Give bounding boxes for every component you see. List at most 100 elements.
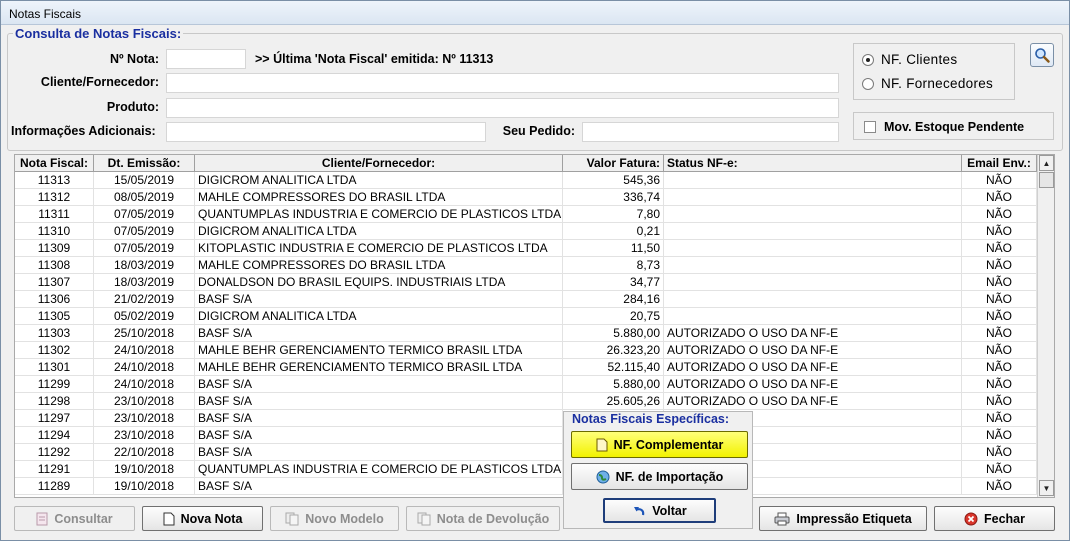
cell-email-env: NÃO [962, 206, 1037, 223]
cell-nota-fiscal: 11289 [15, 478, 94, 495]
table-row[interactable]: 1128919/10/2018BASF S/AUSO DA NF-ENÃO [15, 478, 1037, 495]
cell-email-env: NÃO [962, 223, 1037, 240]
novo-modelo-button[interactable]: Novo Modelo [270, 506, 399, 531]
radio-selected-icon[interactable] [862, 53, 874, 66]
info-adicionais-input[interactable] [166, 122, 486, 142]
cell-valor-fatura: 7,80 [563, 206, 664, 223]
scroll-up-arrow-icon[interactable]: ▲ [1039, 155, 1054, 171]
table-row[interactable]: 11305 05/02/2019 DIGICROM ANALITICA LTDA 20… [15, 308, 1037, 325]
cell-dt-emissao: 24/10/2018 [94, 376, 195, 393]
scroll-down-arrow-icon[interactable]: ▼ [1039, 480, 1054, 496]
cell-cliente: BASF S/A [195, 376, 563, 393]
popup-title: Notas Fiscais Específicas: [571, 412, 731, 426]
cell-cliente: BASF S/A [195, 291, 563, 308]
table-row[interactable]: 1129222/10/2018BASF S/AUSO DA NF-ENÃO [15, 444, 1037, 461]
table-row[interactable]: 11308 18/03/2019 MAHLE COMPRESSORES DO BRA… [15, 257, 1037, 274]
cell-dt-emissao: 05/02/2019 [94, 308, 195, 325]
notas-especificas-popup: Notas Fiscais Específicas: NF. Complemen… [563, 411, 753, 529]
impressao-etiqueta-label: Impressão Etiqueta [796, 511, 912, 526]
table-row[interactable]: 11311 07/05/2019 QUANTUMPLAS INDUSTRIA E C… [15, 206, 1037, 223]
cell-status-nfe [664, 172, 962, 189]
table-row[interactable]: 11312 08/05/2019 MAHLE COMPRESSORES DO BRA… [15, 189, 1037, 206]
nova-nota-button[interactable]: Nova Nota [142, 506, 263, 531]
search-button[interactable] [1030, 43, 1054, 67]
cell-nota-fiscal: 11299 [15, 376, 94, 393]
nota-input[interactable] [166, 49, 246, 69]
table-row[interactable]: 11301 24/10/2018 MAHLE BEHR GERENCIAMENTO … [15, 359, 1037, 376]
scroll-thumb[interactable] [1039, 172, 1054, 188]
cell-cliente: MAHLE BEHR GERENCIAMENTO TERMICO BRASIL … [195, 342, 563, 359]
cell-cliente: BASF S/A [195, 444, 563, 461]
radio-unselected-icon[interactable] [862, 77, 874, 90]
cell-dt-emissao: 07/05/2019 [94, 240, 195, 257]
table-row[interactable]: 11310 07/05/2019 DIGICROM ANALITICA LTDA 0,… [15, 223, 1037, 240]
produto-label: Produto: [106, 100, 159, 114]
cell-email-env: NÃO [962, 444, 1037, 461]
fechar-button[interactable]: Fechar [934, 506, 1055, 531]
table-row[interactable]: 11306 21/02/2019 BASF S/A 284,16 NÃO [15, 291, 1037, 308]
cell-valor-fatura: 5.880,00 [563, 376, 664, 393]
cell-nota-fiscal: 11312 [15, 189, 94, 206]
checkbox-icon[interactable] [864, 121, 876, 133]
cell-valor-fatura: 0,21 [563, 223, 664, 240]
col-status-nfe[interactable]: Status NF-e: [664, 155, 962, 172]
cell-valor-fatura: 336,74 [563, 189, 664, 206]
table-row[interactable]: 11307 18/03/2019 DONALDSON DO BRASIL EQUIP… [15, 274, 1037, 291]
cell-dt-emissao: 24/10/2018 [94, 342, 195, 359]
cell-valor-fatura: 52.115,40 [563, 359, 664, 376]
seu-pedido-label: Seu Pedido: [502, 124, 575, 138]
cell-dt-emissao: 18/03/2019 [94, 274, 195, 291]
cell-email-env: NÃO [962, 291, 1037, 308]
cell-email-env: NÃO [962, 325, 1037, 342]
radio-nf-fornecedores[interactable]: NF. Fornecedores [862, 76, 993, 91]
cell-valor-fatura: 8,73 [563, 257, 664, 274]
col-cliente[interactable]: Cliente/Fornecedor: [195, 155, 563, 172]
mov-estoque-checkbox[interactable]: Mov. Estoque Pendente [864, 120, 1024, 134]
table-row[interactable]: 1129723/10/2018BASF S/AUSO DA NF-ENÃO [15, 410, 1037, 427]
table-row[interactable]: 11291 19/10/2018 QUANTUMPLAS INDUSTRIA E C… [15, 461, 1037, 478]
cell-dt-emissao: 24/10/2018 [94, 359, 195, 376]
cell-nota-fiscal: 11292 [15, 444, 94, 461]
table-row[interactable]: 11299 24/10/2018 BASF S/A 5.880,00 AUTORIZAD… [15, 376, 1037, 393]
table-row[interactable]: 11298 23/10/2018 BASF S/A 25.605,26 AUTORIZA… [15, 393, 1037, 410]
cell-cliente: BASF S/A [195, 478, 563, 495]
table-row[interactable]: 11302 24/10/2018 MAHLE BEHR GERENCIAMENTO … [15, 342, 1037, 359]
cell-email-env: NÃO [962, 240, 1037, 257]
cell-cliente: MAHLE COMPRESSORES DO BRASIL LTDA [195, 257, 563, 274]
cell-dt-emissao: 18/03/2019 [94, 257, 195, 274]
nota-devolucao-button[interactable]: Nota de Devolução [406, 506, 560, 531]
cell-nota-fiscal: 11294 [15, 427, 94, 444]
notas-table[interactable]: Nota Fiscal: Dt. Emissão: Cliente/Fornec… [14, 154, 1055, 498]
cell-status-nfe: AUTORIZADO O USO DA NF-E [664, 393, 962, 410]
seu-pedido-input[interactable] [582, 122, 839, 142]
vertical-scrollbar[interactable]: ▲ ▼ [1037, 155, 1054, 497]
notas-fiscais-window: Notas Fiscais Consulta de Notas Fiscais:… [0, 0, 1070, 541]
nova-nota-label: Nova Nota [180, 511, 243, 526]
col-dt-emissao[interactable]: Dt. Emissão: [94, 155, 195, 172]
radio-nf-clientes[interactable]: NF. Clientes [862, 52, 957, 67]
nota-label: Nº Nota: [109, 52, 159, 66]
table-row[interactable]: 11313 15/05/2019 DIGICROM ANALITICA LTDA 54… [15, 172, 1037, 189]
impressao-etiqueta-button[interactable]: Impressão Etiqueta [759, 506, 927, 531]
cell-valor-fatura: 34,77 [563, 274, 664, 291]
produto-input[interactable] [166, 98, 839, 118]
table-row[interactable]: 11309 07/05/2019 KITOPLASTIC INDUSTRIA E C… [15, 240, 1037, 257]
voltar-button[interactable]: Voltar [603, 498, 716, 523]
cell-cliente: DONALDSON DO BRASIL EQUIPS. INDUSTRIAIS … [195, 274, 563, 291]
cell-email-env: NÃO [962, 172, 1037, 189]
info-adicionais-label: Informações Adicionais: [11, 124, 156, 138]
table-row[interactable]: 1129423/10/2018BASF S/AUSO DA NF-ENÃO [15, 427, 1037, 444]
col-nota-fiscal[interactable]: Nota Fiscal: [15, 155, 94, 172]
cell-status-nfe: AUTORIZADO O USO DA NF-E [664, 325, 962, 342]
cell-nota-fiscal: 11305 [15, 308, 94, 325]
nf-importacao-button[interactable]: NF. de Importação [571, 463, 748, 490]
cell-nota-fiscal: 11313 [15, 172, 94, 189]
nf-complementar-button[interactable]: NF. Complementar [571, 431, 748, 458]
table-row[interactable]: 11303 25/10/2018 BASF S/A 5.880,00 AUTORIZAD… [15, 325, 1037, 342]
cell-email-env: NÃO [962, 308, 1037, 325]
consultar-button[interactable]: Consultar [14, 506, 135, 531]
cliente-input[interactable] [166, 73, 839, 93]
col-email-env[interactable]: Email Env.: [962, 155, 1037, 172]
cell-valor-fatura: 25.605,26 [563, 393, 664, 410]
col-valor-fatura[interactable]: Valor Fatura: [563, 155, 664, 172]
